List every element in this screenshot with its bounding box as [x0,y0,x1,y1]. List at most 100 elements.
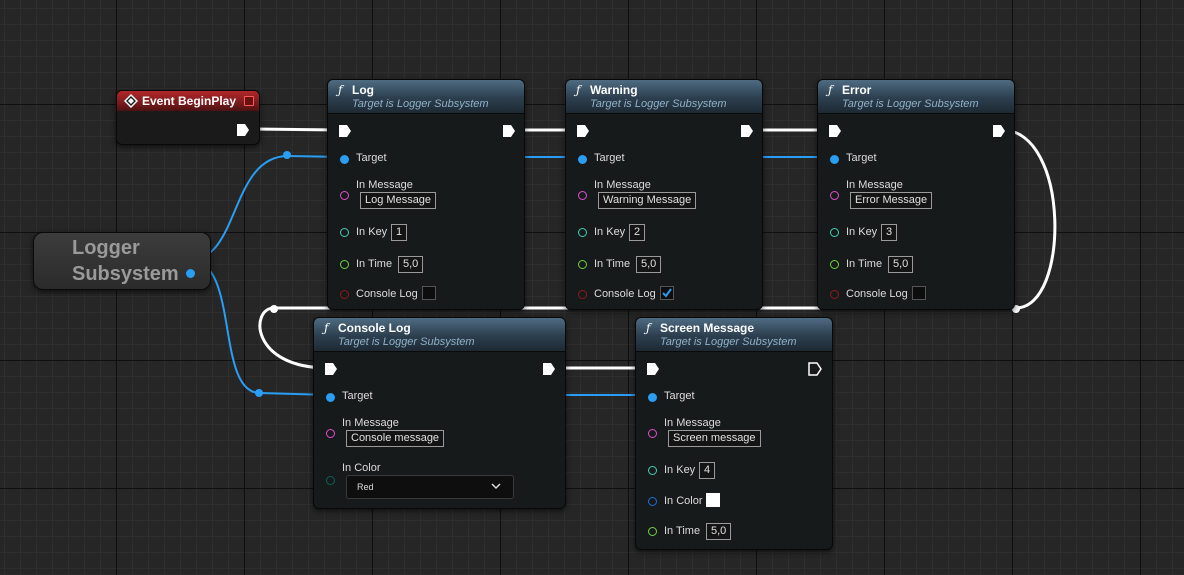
key-label: In Key [664,464,696,476]
warning-subtitle: Target is Logger Subsystem [590,98,727,110]
exec-in-pin[interactable] [576,124,590,138]
time-pin[interactable] [340,260,349,269]
time-field[interactable]: 5,0 [398,256,424,273]
error-node[interactable]: ƒ Error Target is Logger Subsystem Targe… [817,79,1015,310]
color-dropdown[interactable]: Red [346,475,514,499]
time-field[interactable]: 5,0 [636,256,662,273]
key-pin[interactable] [830,228,839,237]
key-label: In Key [846,226,878,238]
event-beginplay-node[interactable]: Event BeginPlay [116,90,260,145]
message-pin[interactable] [326,429,335,438]
console-log-checkbox[interactable] [912,286,926,300]
exec-in-pin[interactable] [646,362,660,376]
function-icon: ƒ [828,83,833,97]
event-title: Event BeginPlay [142,94,237,108]
exec-out-pin[interactable] [542,362,556,376]
exec-in-pin[interactable] [338,124,352,138]
log-node[interactable]: ƒ Log Target is Logger Subsystem Target … [327,79,525,310]
console-log-checkbox[interactable] [422,286,436,300]
key-pin[interactable] [340,228,349,237]
time-pin[interactable] [830,260,839,269]
warning-header: ƒ Warning Target is Logger Subsystem [566,80,762,114]
exec-out-pin[interactable] [502,124,516,138]
function-icon: ƒ [646,321,651,335]
target-pin[interactable] [648,393,657,402]
console-log-node[interactable]: ƒ Console Log Target is Logger Subsystem… [313,317,566,509]
message-pin[interactable] [340,191,349,200]
exec-out-pin[interactable] [992,124,1006,138]
exec-in-pin[interactable] [828,124,842,138]
logger-subsystem-node[interactable]: Logger Subsystem [33,232,211,290]
exec-out-pin[interactable] [236,123,250,137]
message-pin[interactable] [830,191,839,200]
target-label: Target [846,152,877,164]
time-pin[interactable] [648,527,657,536]
function-icon: ƒ [576,83,581,97]
log-subtitle: Target is Logger Subsystem [352,98,489,110]
message-field[interactable]: Console message [346,430,445,447]
console-log-pin[interactable] [578,290,587,299]
time-field[interactable]: 5,0 [888,256,914,273]
key-pin[interactable] [648,466,657,475]
log-title: Log [352,83,374,97]
screen-message-subtitle: Target is Logger Subsystem [660,336,797,348]
time-field[interactable]: 5,0 [706,523,732,540]
warning-node[interactable]: ƒ Warning Target is Logger Subsystem Tar… [565,79,763,310]
exec-in-pin[interactable] [324,362,338,376]
color-swatch[interactable] [706,493,720,507]
message-pin[interactable] [578,191,587,200]
screen-message-title: Screen Message [660,321,755,335]
message-field[interactable]: Error Message [850,192,933,209]
color-label: In Color [664,495,703,507]
message-field[interactable]: Screen message [668,430,761,447]
log-header: ƒ Log Target is Logger Subsystem [328,80,524,114]
function-icon: ƒ [324,321,329,335]
color-dropdown-value: Red [357,482,374,492]
key-field[interactable]: 3 [881,224,898,241]
screen-message-header: ƒ Screen Message Target is Logger Subsys… [636,318,832,352]
console-log-header: ƒ Console Log Target is Logger Subsystem [314,318,565,352]
warning-title: Warning [590,83,638,97]
console-log-checkbox[interactable] [660,286,674,300]
target-label: Target [594,152,625,164]
key-field[interactable]: 4 [699,462,716,479]
exec-out-pin[interactable] [808,362,822,376]
target-label: Target [664,390,695,402]
console-log-label: Console Log [356,288,418,300]
delegate-pin-icon[interactable] [244,96,254,106]
key-pin[interactable] [578,228,587,237]
color-pin[interactable] [326,476,335,485]
message-field[interactable]: Log Message [360,192,437,209]
time-pin[interactable] [578,260,587,269]
target-pin[interactable] [830,155,839,164]
message-pin[interactable] [648,429,657,438]
console-log-label: Console Log [594,288,656,300]
message-label: In Message [356,179,413,191]
checkmark-icon [662,288,672,298]
key-field[interactable]: 1 [391,224,408,241]
time-label: In Time [356,258,393,270]
error-title: Error [842,83,872,97]
message-label: In Message [846,179,903,191]
function-icon: ƒ [338,83,343,97]
key-label: In Key [594,226,626,238]
target-pin[interactable] [340,155,349,164]
time-label: In Time [664,525,701,537]
exec-out-pin[interactable] [740,124,754,138]
key-field[interactable]: 2 [629,224,646,241]
target-pin[interactable] [326,393,335,402]
error-header: ƒ Error Target is Logger Subsystem [818,80,1014,114]
error-subtitle: Target is Logger Subsystem [842,98,979,110]
console-log-pin[interactable] [830,290,839,299]
target-pin[interactable] [578,155,587,164]
console-log-pin[interactable] [340,290,349,299]
target-label: Target [356,152,387,164]
message-field[interactable]: Warning Message [598,192,697,209]
logger-title: Logger Subsystem [72,237,179,285]
key-label: In Key [356,226,388,238]
logger-output-pin[interactable] [186,269,195,278]
screen-message-node[interactable]: ƒ Screen Message Target is Logger Subsys… [635,317,833,550]
color-pin[interactable] [648,497,657,506]
message-label: In Message [594,179,651,191]
target-label: Target [342,390,373,402]
